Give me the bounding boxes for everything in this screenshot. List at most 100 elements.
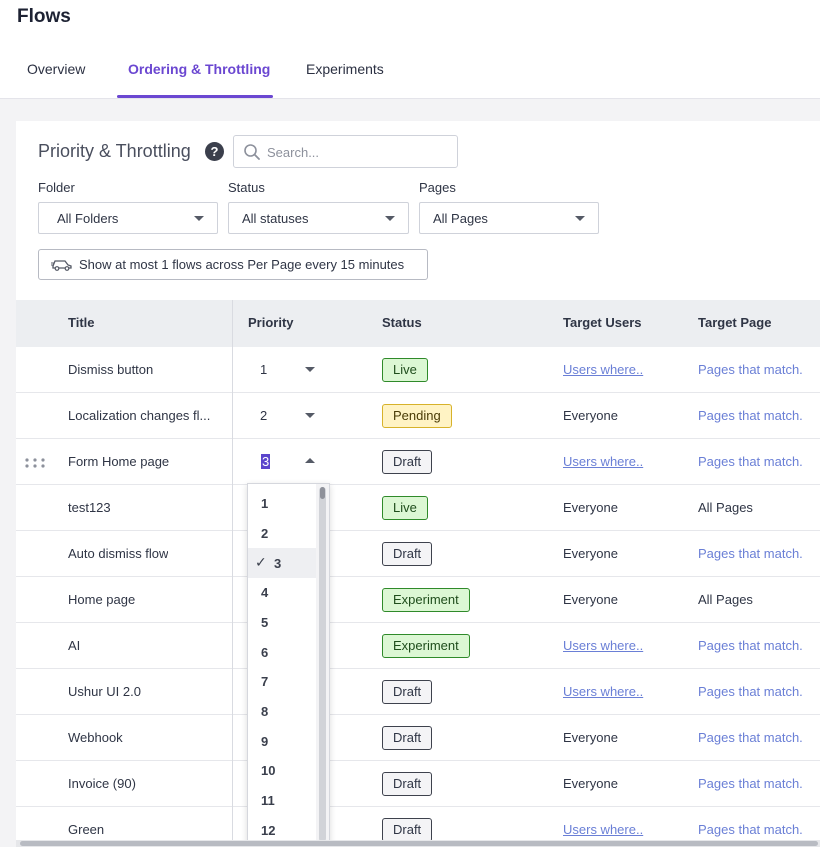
- target-page-link[interactable]: Pages that match.: [698, 408, 803, 423]
- chevron-down-icon[interactable]: [305, 413, 315, 418]
- table-row[interactable]: Dismiss button 1 Live Users where.. Page…: [16, 347, 820, 393]
- drag-handle-icon[interactable]: [25, 458, 45, 468]
- status-badge: Draft: [382, 450, 433, 474]
- priority-option-4[interactable]: 4: [248, 577, 316, 607]
- target-users-link[interactable]: Users where..: [563, 362, 643, 377]
- target-users-link[interactable]: Users where..: [563, 454, 643, 469]
- column-header-status[interactable]: Status: [382, 315, 422, 330]
- table-row[interactable]: AI Experiment Users where.. Pages that m…: [16, 623, 820, 669]
- priority-option-6[interactable]: 6: [248, 637, 316, 667]
- horizontal-scroll-thumb[interactable]: [20, 841, 818, 846]
- status-badge: Draft: [382, 772, 433, 796]
- priority-value[interactable]: 1: [260, 362, 267, 377]
- search-input[interactable]: [267, 142, 447, 162]
- dropdown-scroll-track: [319, 487, 326, 842]
- dropdown-scroll-thumb[interactable]: [320, 487, 325, 499]
- tab-experiments[interactable]: Experiments: [306, 61, 384, 99]
- target-page-link[interactable]: Pages that match.: [698, 730, 803, 745]
- chevron-up-icon[interactable]: [305, 458, 315, 463]
- folder-select[interactable]: All Folders: [38, 202, 218, 234]
- top-bar: Flows Overview Ordering & Throttling Exp…: [0, 0, 820, 99]
- target-page-value: All Pages: [698, 592, 753, 607]
- pages-filter-label: Pages: [419, 180, 456, 195]
- section-title: Priority & Throttling: [38, 141, 191, 161]
- target-users-value: Everyone: [563, 776, 618, 791]
- target-users-value: Everyone: [563, 408, 618, 423]
- pages-select-value: All Pages: [433, 211, 488, 226]
- target-page-link[interactable]: Pages that match.: [698, 776, 803, 791]
- throttle-settings-button[interactable]: Show at most 1 flows across Per Page eve…: [38, 249, 428, 280]
- column-header-target-users[interactable]: Target Users: [563, 315, 642, 330]
- target-users-value: Everyone: [563, 546, 618, 561]
- table-row[interactable]: Home page Experiment Everyone All Pages: [16, 577, 820, 623]
- question-circle-icon[interactable]: ?: [205, 142, 224, 161]
- tab-overview[interactable]: Overview: [27, 61, 85, 99]
- flow-title: Auto dismiss flow: [68, 546, 169, 561]
- table-row[interactable]: Form Home page 3 Draft Users where.. Pag…: [16, 439, 820, 485]
- target-users-value: Everyone: [563, 500, 618, 515]
- flow-title: Home page: [68, 592, 136, 607]
- table-row[interactable]: Ushur UI 2.0 Draft Users where.. Pages t…: [16, 669, 820, 715]
- column-header-priority[interactable]: Priority: [248, 315, 294, 330]
- table-row[interactable]: Localization changes fl... 2 Pending Eve…: [16, 393, 820, 439]
- target-users-link[interactable]: Users where..: [563, 684, 643, 699]
- chevron-down-icon: [385, 216, 395, 221]
- priority-option-5[interactable]: 5: [248, 607, 316, 637]
- priority-option-7[interactable]: 7: [248, 666, 316, 696]
- column-header-title[interactable]: Title: [68, 315, 95, 330]
- status-badge: Experiment: [382, 588, 470, 612]
- status-badge: Live: [382, 496, 428, 520]
- target-page-link[interactable]: Pages that match.: [698, 546, 803, 561]
- status-badge: Draft: [382, 818, 433, 842]
- search-icon: [244, 144, 260, 160]
- target-page-link[interactable]: Pages that match.: [698, 454, 803, 469]
- page-title: Flows: [17, 6, 71, 27]
- chevron-down-icon: [575, 216, 585, 221]
- flow-title: Green: [68, 822, 105, 837]
- pages-select[interactable]: All Pages: [419, 202, 599, 234]
- status-badge: Pending: [382, 404, 452, 428]
- target-users-link[interactable]: Users where..: [563, 822, 643, 837]
- priority-option-11[interactable]: 11: [248, 785, 316, 815]
- priority-option-10[interactable]: 10: [248, 755, 316, 785]
- flow-title: test123: [68, 500, 111, 515]
- priority-option-2[interactable]: 2: [248, 518, 316, 548]
- folder-select-value: All Folders: [57, 211, 119, 226]
- status-badge: Experiment: [382, 634, 470, 658]
- flow-title: Ushur UI 2.0: [68, 684, 141, 699]
- target-users-value: Everyone: [563, 730, 618, 745]
- chevron-down-icon[interactable]: [305, 367, 315, 372]
- car-icon: [51, 260, 72, 271]
- table-row[interactable]: Auto dismiss flow Draft Everyone Pages t…: [16, 531, 820, 577]
- checkmark-icon: ✓: [255, 554, 267, 570]
- tab-ordering-throttling[interactable]: Ordering & Throttling: [128, 61, 270, 99]
- flow-title: Localization changes fl...: [68, 408, 211, 423]
- priority-option-3[interactable]: ✓ 3: [248, 548, 316, 578]
- folder-filter-label: Folder: [38, 180, 75, 195]
- priority-input[interactable]: 3: [261, 454, 271, 469]
- table-row[interactable]: Webhook Draft Everyone Pages that match.: [16, 715, 820, 761]
- priority-option-9[interactable]: 9: [248, 726, 316, 756]
- status-select[interactable]: All statuses: [228, 202, 409, 234]
- priority-option-8[interactable]: 8: [248, 696, 316, 726]
- status-badge: Draft: [382, 726, 433, 750]
- target-page-value: All Pages: [698, 500, 753, 515]
- priority-option-1[interactable]: 1: [248, 488, 316, 518]
- column-header-target-page[interactable]: Target Page: [698, 315, 771, 330]
- target-page-link[interactable]: Pages that match.: [698, 822, 803, 837]
- target-users-link[interactable]: Users where..: [563, 638, 643, 653]
- status-select-value: All statuses: [242, 211, 309, 226]
- target-page-link[interactable]: Pages that match.: [698, 684, 803, 699]
- target-users-value: Everyone: [563, 592, 618, 607]
- status-badge: Draft: [382, 680, 433, 704]
- status-badge: Draft: [382, 542, 433, 566]
- table-row[interactable]: test123 Live Everyone All Pages: [16, 485, 820, 531]
- search-box[interactable]: [233, 135, 458, 168]
- target-page-link[interactable]: Pages that match.: [698, 638, 803, 653]
- column-divider[interactable]: [232, 300, 233, 847]
- priority-value[interactable]: 2: [260, 408, 267, 423]
- status-badge: Live: [382, 358, 428, 382]
- table-row[interactable]: Invoice (90) Draft Everyone Pages that m…: [16, 761, 820, 807]
- target-page-link[interactable]: Pages that match.: [698, 362, 803, 377]
- active-tab-indicator: [117, 95, 273, 98]
